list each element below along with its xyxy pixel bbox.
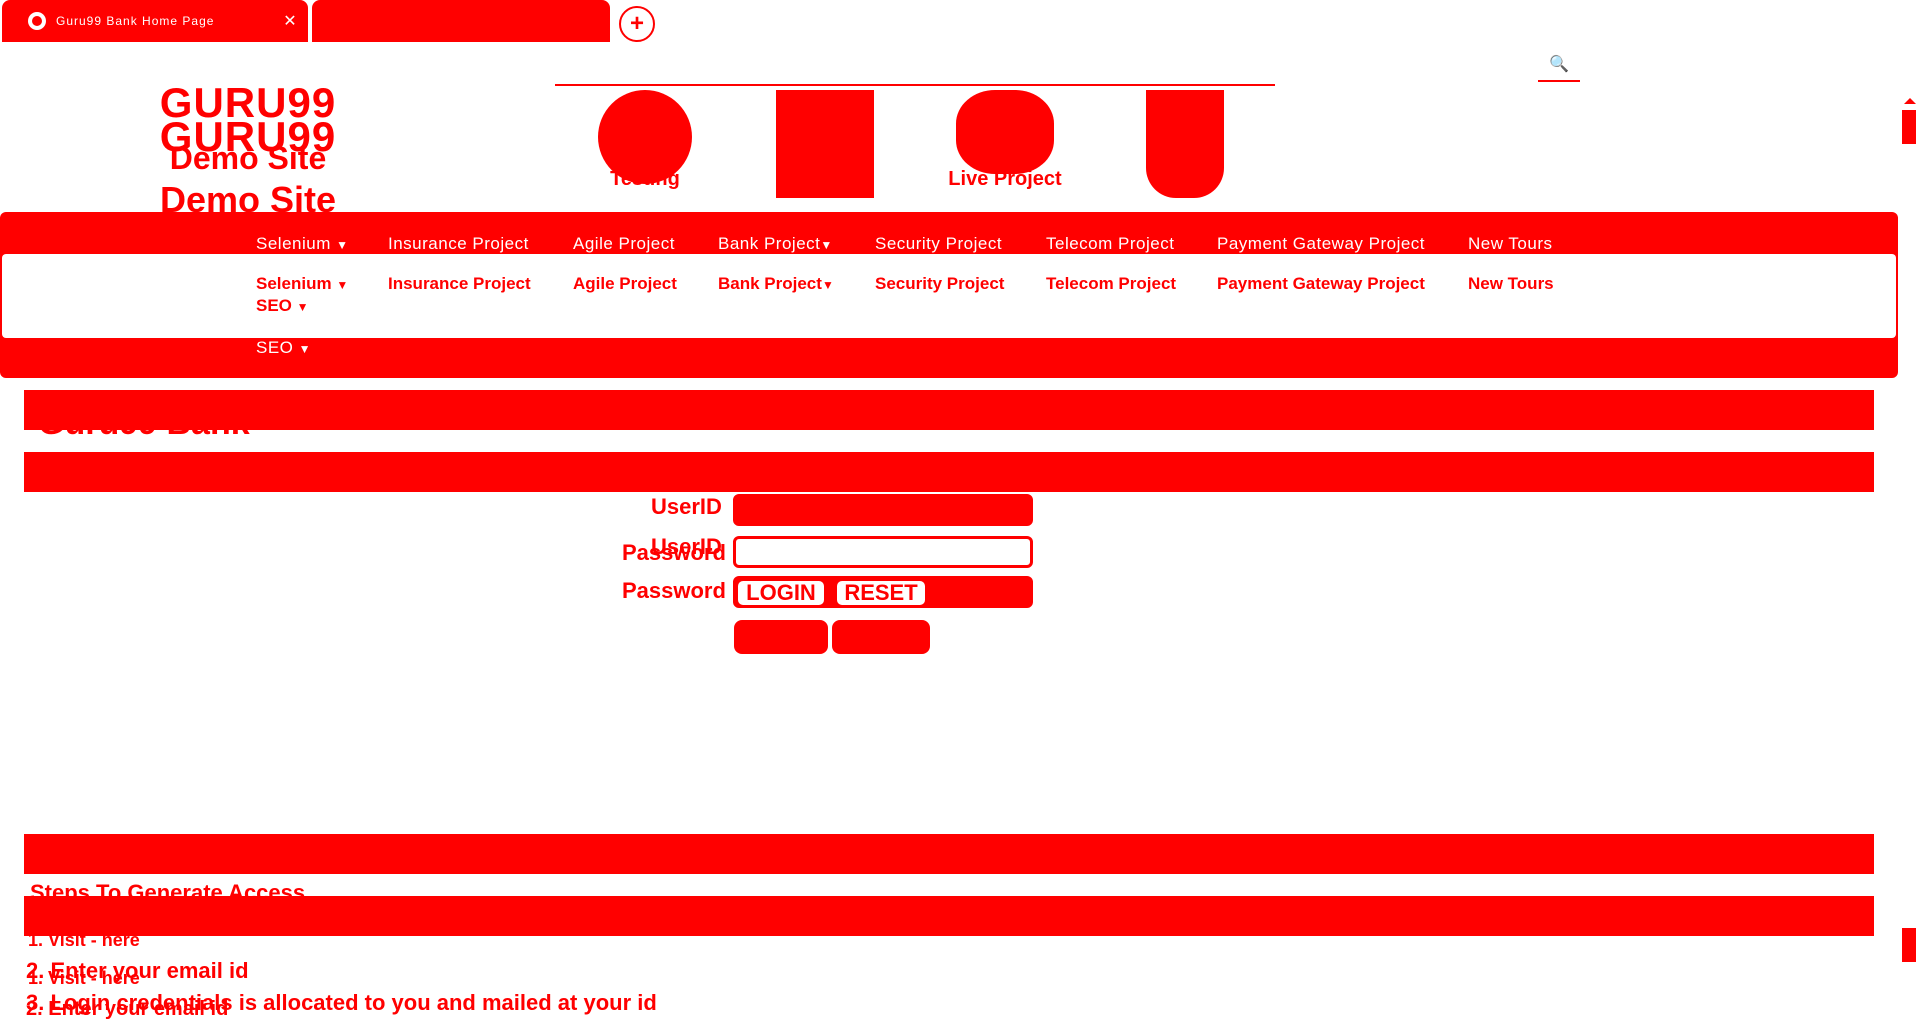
tile-live-project[interactable]: Live Project bbox=[915, 84, 1095, 216]
tile-testing[interactable]: Testing bbox=[555, 84, 735, 216]
nav-selenium[interactable]: Selenium ▼ bbox=[256, 234, 349, 254]
steps-bar bbox=[24, 896, 1874, 936]
title-bar bbox=[24, 452, 1874, 492]
nav-security-project[interactable]: Security Project bbox=[875, 234, 1002, 254]
caret-down-icon: ▼ bbox=[296, 300, 309, 314]
nav-new-tours[interactable]: New Tours bbox=[1468, 274, 1554, 294]
nav-new-tours[interactable]: New Tours bbox=[1468, 234, 1553, 254]
nav-insurance-project[interactable]: Insurance Project bbox=[388, 234, 529, 254]
nav-seo[interactable]: SEO ▼ bbox=[256, 338, 311, 358]
book-icon bbox=[776, 90, 874, 198]
tile-label: Testing bbox=[610, 168, 680, 190]
tile-java[interactable]: Java bbox=[1095, 84, 1275, 216]
new-tab-button[interactable]: + bbox=[619, 6, 655, 42]
search-icon[interactable]: 🔍 bbox=[1538, 48, 1580, 82]
step-item: 1. Visit - here bbox=[28, 930, 140, 950]
tile-label: Live Project bbox=[948, 168, 1062, 190]
logo-subtitle: Demo Site bbox=[169, 140, 327, 176]
reset-button[interactable] bbox=[832, 620, 930, 654]
caret-down-icon: ▼ bbox=[336, 238, 349, 252]
tile-book[interactable] bbox=[735, 84, 915, 216]
nav-bank-project[interactable]: Bank Project▼ bbox=[718, 234, 833, 254]
tile-label: Java bbox=[1162, 168, 1208, 190]
nav-label: SEO bbox=[256, 338, 294, 357]
caret-down-icon: ▼ bbox=[298, 342, 312, 356]
login-button[interactable] bbox=[734, 620, 828, 654]
nav-label: Bank Project bbox=[718, 274, 822, 293]
nav-label: Selenium bbox=[256, 234, 331, 253]
browser-tab-bar: Guru99 Bank Home Page ✕ + bbox=[0, 0, 1920, 44]
nav-telecom-project[interactable]: Telecom Project bbox=[1046, 234, 1174, 254]
globe-icon bbox=[28, 12, 46, 30]
nav-payment-gateway-project[interactable]: Payment Gateway Project bbox=[1217, 274, 1425, 294]
nav-label: Bank Project bbox=[718, 234, 821, 253]
nav-security-project[interactable]: Security Project bbox=[875, 274, 1004, 294]
reset-button[interactable]: RESET bbox=[834, 578, 928, 608]
userid-label: UserID bbox=[651, 494, 722, 519]
nav-bank-project[interactable]: Bank Project▼ bbox=[718, 274, 834, 294]
nav-telecom-project[interactable]: Telecom Project bbox=[1046, 274, 1176, 294]
nav-payment-gateway-project[interactable]: Payment Gateway Project bbox=[1217, 234, 1425, 254]
tab-guru99-bank[interactable]: Guru99 Bank Home Page ✕ bbox=[2, 0, 308, 42]
page-title: Guru99 Bank bbox=[38, 404, 250, 442]
userid-input[interactable] bbox=[733, 494, 1033, 526]
step-item: 1. Visit - here bbox=[28, 968, 140, 988]
caret-down-icon: ▼ bbox=[336, 278, 349, 292]
step-item: 2. Enter your email id bbox=[26, 998, 229, 1020]
steps-bar bbox=[24, 834, 1874, 874]
caret-down-icon: ▼ bbox=[821, 278, 834, 292]
password-label: Password bbox=[622, 540, 726, 565]
caret-down-icon: ▼ bbox=[820, 238, 833, 252]
nav-agile-project[interactable]: Agile Project bbox=[573, 274, 677, 294]
tab-title: Guru99 Bank Home Page bbox=[56, 14, 215, 28]
login-button[interactable]: LOGIN bbox=[735, 578, 827, 608]
scrollbar-thumb[interactable] bbox=[1902, 928, 1916, 962]
guru99-logo[interactable]: GURU99 GURU99 Demo Site Demo Site bbox=[138, 82, 358, 220]
scroll-up-arrow-icon[interactable] bbox=[1904, 98, 1916, 104]
close-icon[interactable]: ✕ bbox=[282, 11, 298, 31]
nav-label: SEO bbox=[256, 296, 292, 315]
scrollbar-thumb[interactable] bbox=[1902, 110, 1916, 144]
lightbulb-icon bbox=[956, 90, 1054, 174]
nav-insurance-project[interactable]: Insurance Project bbox=[388, 274, 531, 294]
tab-blank[interactable] bbox=[312, 0, 610, 42]
nav-label: Selenium bbox=[256, 274, 332, 293]
password-input[interactable] bbox=[733, 536, 1033, 568]
nav-seo[interactable]: SEO ▼ bbox=[256, 296, 309, 316]
password-label: Password bbox=[622, 578, 726, 603]
nav-selenium[interactable]: Selenium ▼ bbox=[256, 274, 348, 294]
title-bar bbox=[24, 390, 1874, 430]
nav-agile-project[interactable]: Agile Project bbox=[573, 234, 675, 254]
